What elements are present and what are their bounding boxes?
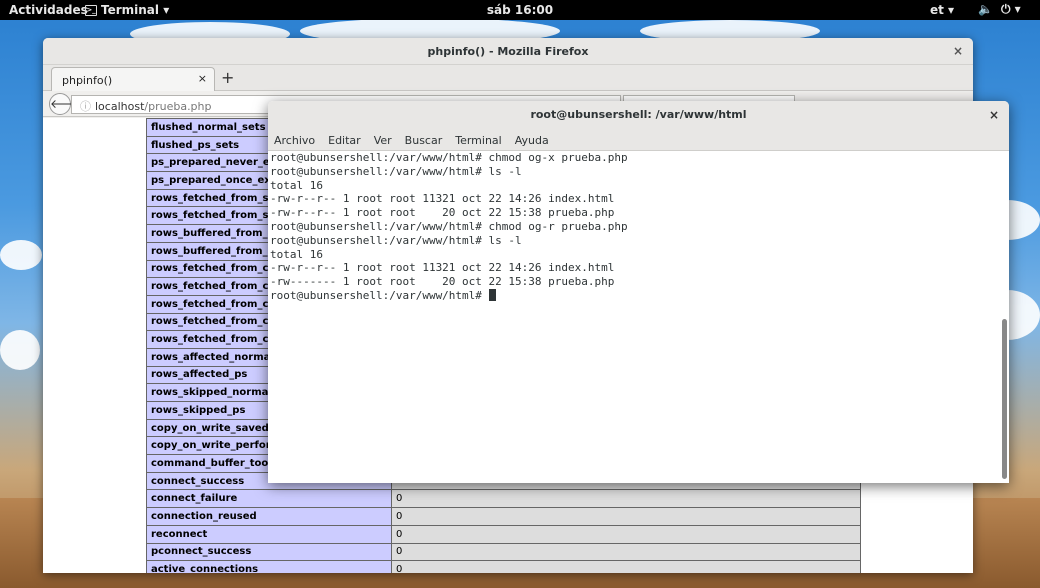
terminal-prompt: root@ubunsershell:/var/www/html# [270,288,489,302]
tab-label: phpinfo() [62,74,113,87]
directive-value: 0 [391,489,861,509]
menu-archivo[interactable]: Archivo [274,134,315,150]
table-row: active_connections 0 [146,560,861,573]
terminal-window: root@ubunsershell: /var/www/html × Archi… [268,101,1009,483]
firefox-close-button[interactable]: × [953,38,963,65]
directive-name: reconnect [146,524,392,544]
terminal-cursor [488,288,496,301]
back-button[interactable]: 🡐 [49,93,82,115]
tab-bar: phpinfo() × + [43,65,973,91]
system-menu[interactable]: 🔈 ⏻ ▾ [978,2,1021,17]
table-row: reconnect 0 [146,524,861,544]
menu-terminal[interactable]: Terminal [455,134,502,150]
directive-value: 0 [391,560,861,573]
site-info-icon[interactable]: ⓘ [80,100,91,113]
directive-name: connection_reused [146,507,392,526]
firefox-title: phpinfo() - Mozilla Firefox [427,45,589,58]
directive-name: connect_failure [146,489,392,509]
top-bar: Actividades >_ Terminal ▾ sáb 16:00 et ▾… [0,0,1040,20]
terminal-output[interactable]: root@ubunsershell:/var/www/html# chmod o… [270,151,998,481]
keyboard-layout-menu[interactable]: et ▾ [930,3,954,17]
menu-ver[interactable]: Ver [374,134,392,150]
terminal-line: -rw-r--r-- 1 root root 11321 oct 22 14:2… [270,261,615,275]
tab-close-button[interactable]: × [198,72,207,85]
table-row: connection_reused 0 [146,507,861,526]
terminal-line: -rw------- 1 root root 20 oct 22 15:38 p… [270,275,615,289]
terminal-line: -rw-r--r-- 1 root root 11321 oct 22 14:2… [270,192,615,206]
clock[interactable]: sáb 16:00 [0,3,1040,17]
terminal-line: total 16 [270,247,323,261]
terminal-line: root@ubunsershell:/var/www/html# ls -l [270,164,522,178]
table-row: pconnect_success 0 [146,542,861,562]
terminal-line: root@ubunsershell:/var/www/html# chmod o… [270,219,628,233]
terminal-line: -rw-r--r-- 1 root root 20 oct 22 15:38 p… [270,206,615,220]
url-host: localhost [95,100,145,113]
terminal-prompt-line: root@ubunsershell:/var/www/html# [270,288,998,303]
power-icon: ⏻ ▾ [1000,2,1021,16]
directive-value: 0 [391,524,861,544]
table-row: connect_failure 0 [146,489,861,509]
terminal-line: total 16 [270,178,323,192]
terminal-title: root@ubunsershell: /var/www/html [530,108,747,121]
terminal-menubar: Archivo Editar Ver Buscar Terminal Ayuda [268,129,1009,151]
directive-value: 0 [391,507,861,526]
terminal-line: root@ubunsershell:/var/www/html# ls -l [270,233,522,247]
volume-icon: 🔈 [978,2,993,16]
url-path: /prueba.php [144,100,212,113]
new-tab-button[interactable]: + [221,68,234,87]
menu-editar[interactable]: Editar [328,134,361,150]
terminal-close-button[interactable]: × [989,101,999,129]
tab-phpinfo[interactable]: phpinfo() × [51,67,215,91]
terminal-line: root@ubunsershell:/var/www/html# chmod o… [270,151,628,164]
terminal-titlebar[interactable]: root@ubunsershell: /var/www/html × [268,101,1009,129]
directive-name: active_connections [146,560,392,573]
directive-name: pconnect_success [146,542,392,562]
menu-buscar[interactable]: Buscar [405,134,443,150]
terminal-scrollbar[interactable] [1002,319,1007,479]
firefox-titlebar[interactable]: phpinfo() - Mozilla Firefox × [43,38,973,65]
menu-ayuda[interactable]: Ayuda [515,134,549,150]
directive-value: 0 [391,542,861,562]
